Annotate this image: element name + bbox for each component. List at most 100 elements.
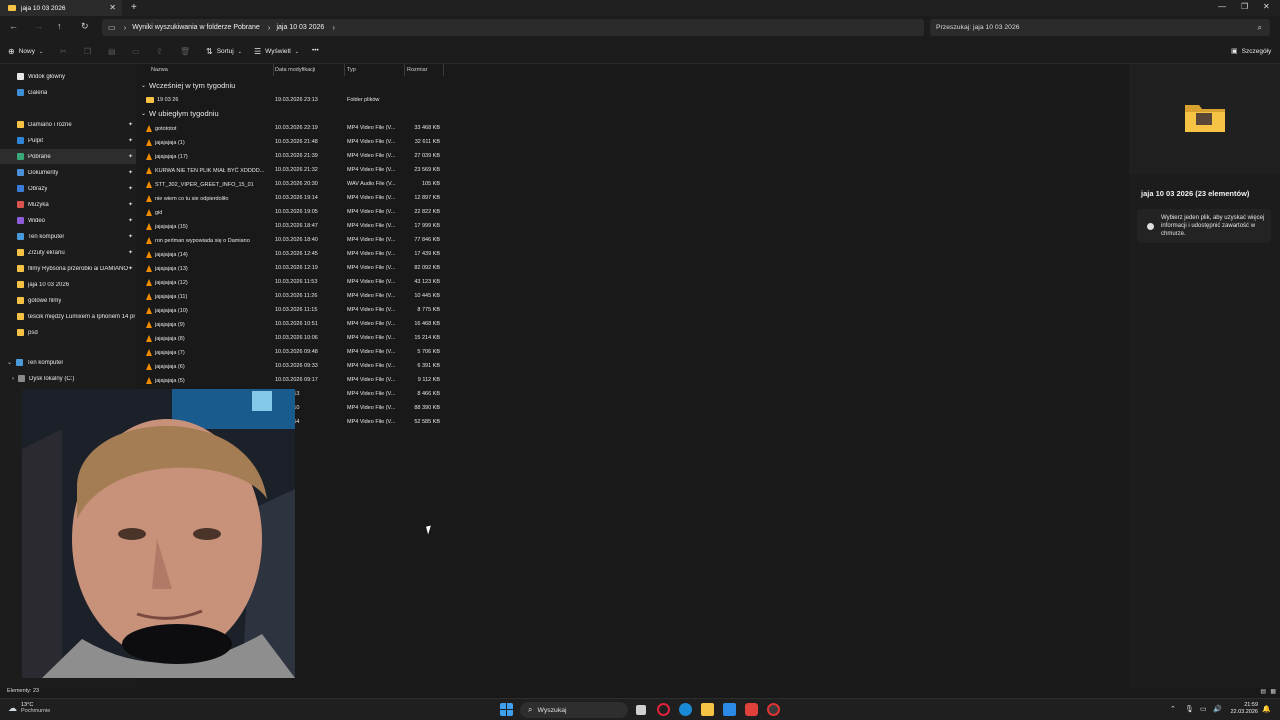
- chevron-down-icon: ⌄: [38, 48, 44, 55]
- paste-icon[interactable]: ▤: [108, 47, 116, 56]
- column-header-date[interactable]: Data modyfikacji: [275, 67, 315, 73]
- breadcrumb-current-folder[interactable]: jaja 10 03 2026: [276, 24, 324, 31]
- sidebar-item[interactable]: Damiano i rozne ✦: [0, 117, 136, 132]
- table-row[interactable]: ron perlman wypowiada się o Damiano 10.03…: [138, 233, 448, 247]
- forward-arrow-icon[interactable]: →: [34, 21, 43, 31]
- column-header-name[interactable]: Nazwa: [151, 67, 168, 73]
- sidebar-item[interactable]: teścik między Lumixem a Iphonem 14 pr: [0, 309, 136, 324]
- refresh-icon[interactable]: ↻: [81, 21, 89, 32]
- view-button[interactable]: ☰ Wyświetl ⌄: [254, 47, 299, 56]
- table-row[interactable]: jajajajaja (17) 10.03.2026 21:39 MP4 Video…: [138, 149, 448, 163]
- cut-icon[interactable]: ✂: [60, 47, 67, 56]
- tiles-view-icon[interactable]: ▦: [1270, 688, 1276, 695]
- sidebar-item[interactable]: jaja 10 03 2026: [0, 277, 136, 292]
- sort-button[interactable]: ⇅ Sortuj ⌄: [206, 47, 242, 56]
- task-view-icon[interactable]: [636, 705, 646, 715]
- sort-icon: ⇅: [206, 47, 213, 56]
- table-row[interactable]: KURWA NIE TEN PLIK MIAŁ BYĆ XDDDD... 10.0…: [138, 163, 448, 177]
- file-size: 82 092 KB: [414, 265, 440, 271]
- new-tab-button[interactable]: +: [131, 2, 137, 13]
- volume-icon[interactable]: 🔊: [1213, 705, 1222, 713]
- delete-icon[interactable]: 🗑: [180, 47, 190, 56]
- clock[interactable]: 21:59 22.03.2026: [1230, 702, 1258, 716]
- sidebar-local-disk[interactable]: › Dysk lokalny (C:): [0, 371, 136, 386]
- search-input[interactable]: Przeszukaj: jaja 10 03 2026 ⌕: [930, 19, 1270, 36]
- sidebar-item[interactable]: gotowe filmy: [0, 293, 136, 308]
- table-row[interactable]: jajajajaja (11) 10.03.2026 11:26 MP4 Video…: [138, 289, 448, 303]
- table-row[interactable]: 19 03 26 19.03.2026 23:13 Folder plików: [138, 93, 448, 107]
- restore-icon[interactable]: ❐: [1241, 2, 1248, 11]
- group-header-last-week[interactable]: ⌄ W ubiegłym tygodniu: [141, 109, 219, 118]
- table-row[interactable]: jajajajaja (15) 10.03.2026 18:47 MP4 Video…: [138, 219, 448, 233]
- table-row[interactable]: jajajajaja (8) 10.03.2026 10:06 MP4 Video …: [138, 331, 448, 345]
- rename-icon[interactable]: ▭: [132, 47, 140, 56]
- sidebar-item[interactable]: Zrzuty ekranu ✦: [0, 245, 136, 260]
- table-row[interactable]: jajajajaja (1) 10.03.2026 21:48 MP4 Video …: [138, 135, 448, 149]
- column-separator[interactable]: [344, 64, 345, 76]
- address-bar[interactable]: ▭ › Wyniki wyszukiwania w folderze Pobra…: [102, 19, 924, 36]
- sidebar-item[interactable]: Pulpit ✦: [0, 133, 136, 148]
- sidebar-item[interactable]: Wideo ✦: [0, 213, 136, 228]
- table-row[interactable]: jajajajaja (9) 10.03.2026 10:51 MP4 Video …: [138, 317, 448, 331]
- opera-icon[interactable]: [657, 703, 670, 716]
- column-separator[interactable]: [404, 64, 405, 76]
- brave-icon[interactable]: [745, 703, 758, 716]
- table-row[interactable]: nie wiem co tu sie odpierdoliło 10.03.202…: [138, 191, 448, 205]
- sidebar-item[interactable]: Muzyka ✦: [0, 197, 136, 212]
- sidebar-item[interactable]: Dokumenty ✦: [0, 165, 136, 180]
- network-icon[interactable]: ▭: [1200, 705, 1207, 713]
- table-row[interactable]: jajajajaja (12) 10.03.2026 11:53 MP4 Video…: [138, 275, 448, 289]
- close-window-icon[interactable]: ✕: [1263, 2, 1270, 11]
- taskbar-search[interactable]: ⌕ Wyszukaj: [520, 702, 628, 718]
- up-arrow-icon[interactable]: ↑: [57, 21, 62, 31]
- table-row[interactable]: jajajajaja (5) 10.03.2026 09:17 MP4 Video …: [138, 373, 448, 387]
- table-row[interactable]: gotototot 10.03.2026 22:19 MP4 Video File …: [138, 121, 448, 135]
- more-options-button[interactable]: •••: [312, 47, 319, 54]
- edge-icon[interactable]: [679, 703, 692, 716]
- microphone-icon[interactable]: 🎙: [1185, 705, 1194, 713]
- sidebar-item[interactable]: Obrazy ✦: [0, 181, 136, 196]
- table-row[interactable]: jajajajaja (13) 10.03.2026 12:19 MP4 Video…: [138, 261, 448, 275]
- column-header-type[interactable]: Typ: [347, 67, 356, 73]
- sidebar-item[interactable]: Ten komputer ✦: [0, 229, 136, 244]
- sidebar-this-pc[interactable]: ⌄ Ten komputer: [0, 355, 136, 370]
- share-icon[interactable]: ⇪: [156, 47, 163, 56]
- obs-icon[interactable]: [767, 703, 780, 716]
- sidebar-item[interactable]: psd: [0, 325, 136, 340]
- sidebar-item[interactable]: Pobrane ✦: [0, 149, 136, 164]
- start-button-icon[interactable]: [500, 703, 513, 716]
- new-button[interactable]: ⊕ Nowy ⌄: [8, 47, 43, 56]
- column-separator[interactable]: [443, 64, 444, 76]
- details-view-icon[interactable]: ▤: [1260, 688, 1266, 695]
- table-row[interactable]: jajajajaja (14) 10.03.2026 12:45 MP4 Video…: [138, 247, 448, 261]
- table-row[interactable]: gid 10.03.2026 19:05 MP4 Video File (V... 2…: [138, 205, 448, 219]
- notepad-icon[interactable]: [723, 703, 736, 716]
- sidebar-item[interactable]: filmy Rybsona przerobki ai DAMIANO ✦: [0, 261, 136, 276]
- close-tab-icon[interactable]: ✕: [109, 3, 116, 12]
- sidebar-item[interactable]: Widok główny: [0, 69, 136, 84]
- details-pane-button[interactable]: ▣ Szczegóły: [1231, 47, 1271, 56]
- copy-icon[interactable]: ❐: [84, 47, 91, 56]
- breadcrumb-search-results[interactable]: Wyniki wyszukiwania w folderze Pobrane: [132, 24, 260, 31]
- file-date: 10.03.2026 12:45: [275, 251, 318, 257]
- tab-active[interactable]: jaja 10 03 2026 ✕: [0, 0, 122, 16]
- table-row[interactable]: jajajajaja (6) 10.03.2026 09:33 MP4 Video …: [138, 359, 448, 373]
- column-header-size[interactable]: Rozmiar: [407, 67, 427, 73]
- vlc-file-icon: [146, 321, 152, 328]
- table-row[interactable]: jajajajaja (7) 10.03.2026 09:48 MP4 Video …: [138, 345, 448, 359]
- minimize-icon[interactable]: —: [1218, 2, 1226, 11]
- chevron-up-icon[interactable]: ⌃: [1170, 705, 1176, 713]
- group-header-earlier[interactable]: ⌄ Wcześniej w tym tygodniu: [141, 81, 235, 90]
- sidebar-item[interactable]: Galeria: [0, 85, 136, 100]
- table-row[interactable]: jajajajaja (10) 10.03.2026 11:15 MP4 Video…: [138, 303, 448, 317]
- chevron-right-icon: ›: [267, 23, 271, 32]
- column-separator[interactable]: [273, 64, 274, 76]
- notification-bell-icon[interactable]: 🔔: [1262, 705, 1271, 713]
- file-size: 43 123 KB: [414, 279, 440, 285]
- vlc-file-icon: [146, 251, 152, 258]
- sidebar-folder-icon: [17, 121, 24, 128]
- back-arrow-icon[interactable]: ←: [9, 21, 18, 31]
- weather-widget[interactable]: ☁ 13°C Pochmurnie: [8, 702, 50, 714]
- table-row[interactable]: STT_302_VIPER_GREET_INFO_15_01 10.03.2026…: [138, 177, 448, 191]
- file-explorer-icon[interactable]: [701, 703, 714, 716]
